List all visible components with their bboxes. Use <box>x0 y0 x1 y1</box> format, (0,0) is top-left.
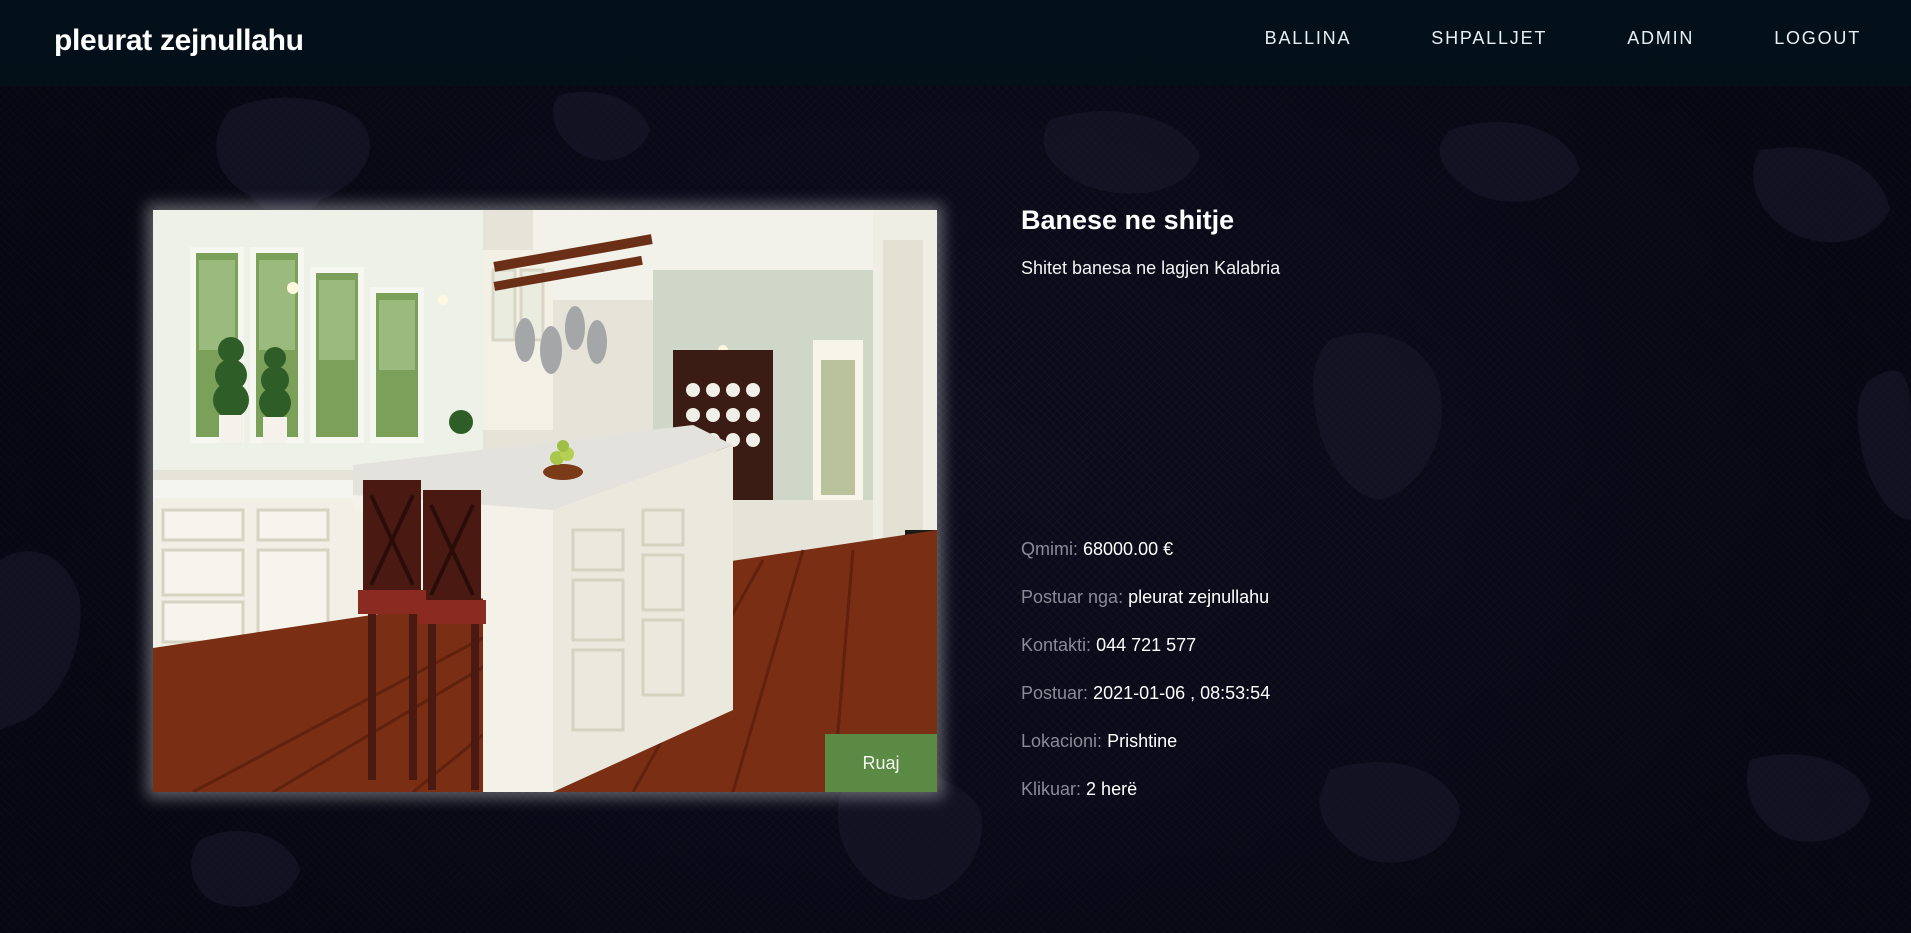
meta-value-posted: 2021-01-06 , 08:53:54 <box>1093 683 1271 703</box>
meta-value-clicks: 2 herë <box>1086 779 1138 799</box>
meta-row-location: Lokacioni: Prishtine <box>1021 730 1270 778</box>
top-navbar: pleurat zejnullahu BALLINA SHPALLJET ADM… <box>0 0 1911 86</box>
meta-row-contact: Kontakti: 044 721 577 <box>1021 634 1270 682</box>
meta-key-posted-by: Postuar nga: <box>1021 587 1124 607</box>
meta-key-location: Lokacioni: <box>1021 731 1103 751</box>
listing-details: Banese ne shitje Shitet banesa ne lagjen… <box>1021 205 1280 279</box>
meta-row-posted-by: Postuar nga: pleurat zejnullahu <box>1021 586 1270 634</box>
nav-link-shpalljet[interactable]: SHPALLJET <box>1431 28 1547 49</box>
meta-value-price: 68000.00 € <box>1083 539 1174 559</box>
nav-menu: BALLINA SHPALLJET ADMIN LOGOUT <box>1185 28 1861 49</box>
meta-value-location: Prishtine <box>1107 731 1178 751</box>
nav-link-admin[interactable]: ADMIN <box>1627 28 1694 49</box>
meta-key-price: Qmimi: <box>1021 539 1078 559</box>
meta-row-price: Qmimi: 68000.00 € <box>1021 538 1270 586</box>
meta-key-clicks: Klikuar: <box>1021 779 1082 799</box>
meta-row-clicks: Klikuar: 2 herë <box>1021 778 1270 826</box>
meta-key-contact: Kontakti: <box>1021 635 1092 655</box>
listing-meta: Qmimi: 68000.00 € Postuar nga: pleurat z… <box>1021 538 1270 826</box>
nav-link-ballina[interactable]: BALLINA <box>1265 28 1352 49</box>
listing-title: Banese ne shitje <box>1021 205 1235 235</box>
save-button[interactable]: Ruaj <box>825 734 937 792</box>
meta-key-posted: Postuar: <box>1021 683 1089 703</box>
nav-link-logout[interactable]: LOGOUT <box>1774 28 1861 49</box>
listing-description: Shitet banesa ne lagjen Kalabria <box>1021 258 1281 278</box>
listing-photo: Ruaj <box>153 210 937 792</box>
meta-row-posted: Postuar: 2021-01-06 , 08:53:54 <box>1021 682 1270 730</box>
meta-value-posted-by: pleurat zejnullahu <box>1128 587 1270 607</box>
kitchen-photo-illustration <box>153 210 937 792</box>
meta-value-contact: 044 721 577 <box>1096 635 1197 655</box>
brand-logo[interactable]: pleurat zejnullahu <box>54 24 304 58</box>
